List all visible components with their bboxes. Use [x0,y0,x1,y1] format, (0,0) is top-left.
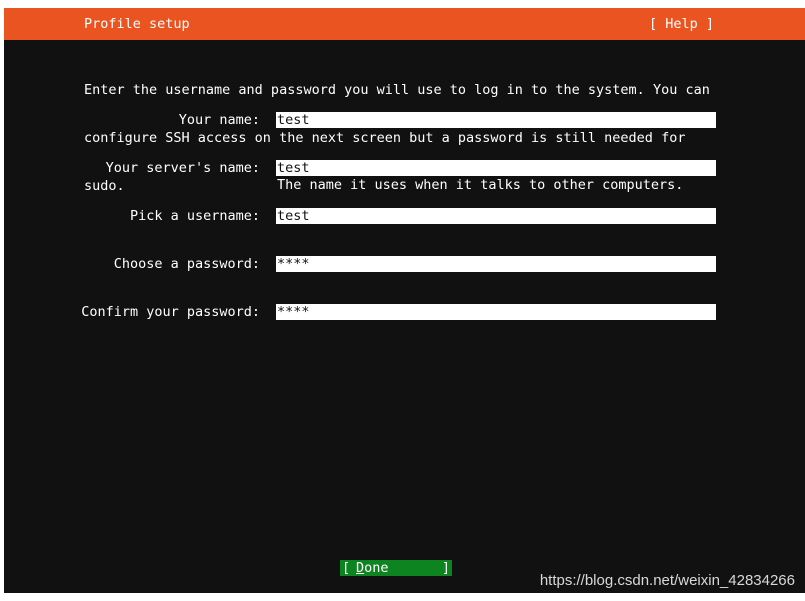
server-name-help: The name it uses when it talks to other … [277,177,684,193]
done-hotkey: D [356,560,365,576]
installer-screen: Profile setup [ Help ] Enter the usernam… [4,8,805,593]
header-bar: Profile setup [ Help ] [4,8,805,40]
your-name-label: Your name: [178,112,260,128]
server-name-label: Your server's name: [105,160,260,176]
username-input[interactable]: test [276,208,716,224]
intro-text: Enter the username and password you will… [84,50,724,226]
confirm-password-input[interactable]: **** [276,304,716,320]
watermark: https://blog.csdn.net/weixin_42834266 [539,572,795,589]
help-button[interactable]: [ Help ] [649,16,714,32]
intro-line: configure SSH access on the next screen … [84,130,686,146]
done-bracket-left: [ [342,560,351,576]
done-bracket-right: ] [441,560,450,576]
confirm-password-label: Confirm your password: [81,304,260,320]
intro-line: Enter the username and password you will… [84,82,710,98]
username-label: Pick a username: [129,208,260,224]
done-button[interactable]: [ Done ] [340,560,452,576]
done-label-rest: one [364,560,389,576]
password-label: Choose a password: [113,256,260,272]
password-input[interactable]: **** [276,256,716,272]
page-title: Profile setup [84,16,190,32]
your-name-input[interactable]: test [276,112,716,128]
server-name-input[interactable]: test [276,160,716,176]
done-label: Done [356,560,389,576]
